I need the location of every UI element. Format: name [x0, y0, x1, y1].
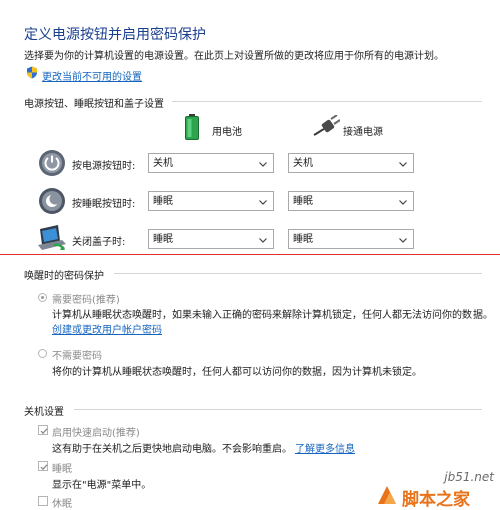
select-value: 关机: [293, 158, 313, 169]
power-button-row-label: 按电源按钮时:: [72, 161, 136, 172]
plugged-in-label: 接通电源: [343, 127, 383, 138]
power-plug-icon: [313, 115, 340, 136]
power-buttons-section-title: 电源按钮、睡眠按钮和盖子设置: [24, 99, 164, 110]
battery-icon: [185, 114, 199, 140]
no-password-radio[interactable]: [38, 349, 47, 358]
lid-plugged-select[interactable]: 睡眠: [288, 229, 414, 249]
chevron-down-icon: [399, 200, 407, 205]
sleep-button-icon: [39, 188, 65, 214]
power-button-plugged-select[interactable]: 关机: [288, 153, 414, 173]
no-password-description: 将你的计算机从睡眠状态唤醒时，任何人都可以访问你的数据，因为计算机未锁定。: [52, 367, 422, 378]
sleep-button-row-label: 按睡眠按钮时:: [72, 199, 136, 210]
on-battery-label: 用电池: [212, 127, 242, 138]
sleep-button-plugged-select[interactable]: 睡眠: [288, 191, 414, 211]
section-divider: [74, 409, 482, 410]
wake-password-section-title: 唤醒时的密码保护: [24, 271, 104, 282]
require-password-label: 需要密码(推荐): [52, 295, 120, 306]
lid-battery-select[interactable]: 睡眠: [148, 229, 274, 249]
watermark-logo-icon: [378, 486, 396, 504]
fast-startup-checkbox[interactable]: [38, 425, 48, 435]
fast-startup-label: 启用快速启动(推荐): [52, 428, 140, 439]
select-value: 睡眠: [153, 234, 173, 245]
page-description: 选择要为你的计算机设置的电源设置。在此页上对设置所做的更改将应用于你所有的电源计…: [24, 51, 444, 62]
sleep-checkbox[interactable]: [38, 461, 48, 471]
sleep-button-battery-select[interactable]: 睡眠: [148, 191, 274, 211]
chevron-down-icon: [259, 238, 267, 243]
checkmark-icon: [40, 464, 48, 471]
sleep-description: 显示在"电源"菜单中。: [52, 480, 152, 491]
section-divider: [172, 101, 482, 102]
select-value: 关机: [153, 158, 173, 169]
hibernate-checkbox[interactable]: [38, 496, 48, 506]
fast-startup-description: 这有助于在关机之后更快地启动电脑。不会影响重启。: [52, 444, 292, 455]
site-watermark: jb51.net 脚本之家: [346, 470, 496, 510]
power-button-battery-select[interactable]: 关机: [148, 153, 274, 173]
change-unavailable-settings-link[interactable]: 更改当前不可用的设置: [42, 68, 142, 83]
lid-row-label: 关闭盖子时:: [72, 237, 126, 248]
sleep-label: 睡眠: [52, 464, 72, 475]
watermark-name: 脚本之家: [402, 490, 470, 510]
red-divider-line: [0, 254, 500, 255]
learn-more-link[interactable]: 了解更多信息: [295, 440, 355, 455]
chevron-down-icon: [399, 162, 407, 167]
radio-selected-dot: [41, 296, 44, 299]
select-value: 睡眠: [293, 196, 313, 207]
no-password-label: 不需要密码: [52, 351, 102, 362]
chevron-down-icon: [259, 162, 267, 167]
chevron-down-icon: [259, 200, 267, 205]
shutdown-section-title: 关机设置: [24, 407, 64, 418]
select-value: 睡眠: [153, 196, 173, 207]
require-password-radio[interactable]: [38, 293, 47, 302]
page-title: 定义电源按钮并启用密码保护: [24, 27, 206, 43]
hibernate-label: 休眠: [52, 499, 72, 510]
chevron-down-icon: [399, 238, 407, 243]
uac-shield-icon: [27, 66, 37, 79]
watermark-site: jb51.net: [444, 470, 494, 484]
require-password-description-end: 据。: [473, 310, 493, 321]
create-change-password-link[interactable]: 创建或更改用户帐户密码: [52, 321, 162, 336]
section-divider: [114, 273, 482, 274]
power-button-icon: [39, 150, 65, 176]
require-password-description: 计算机从睡眠状态唤醒时，如果未输入正确的密码来解除计算机锁定，任何人都无法访问你…: [52, 310, 472, 321]
select-value: 睡眠: [293, 234, 313, 245]
laptop-lid-icon: [38, 225, 66, 250]
checkmark-icon: [40, 428, 48, 435]
